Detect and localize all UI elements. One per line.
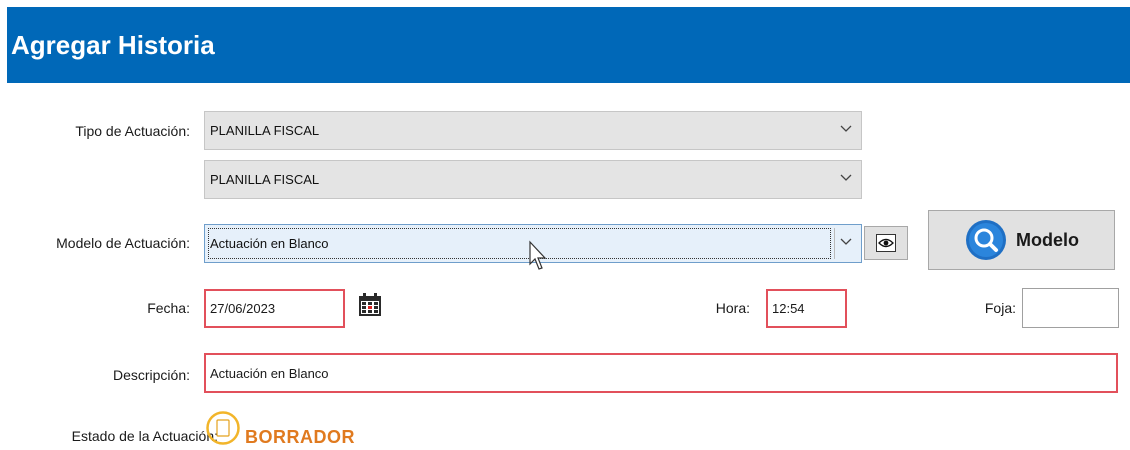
chevron-down-icon (840, 174, 852, 181)
window-title: Agregar Historia (11, 29, 215, 60)
modelo-actuacion-value: Actuación en Blanco (210, 236, 329, 251)
eye-icon (878, 238, 894, 248)
hora-input[interactable]: 12:54 (766, 289, 847, 328)
hora-value: 12:54 (772, 301, 805, 316)
tipo-actuacion-sub-value: PLANILLA FISCAL (210, 172, 320, 187)
foja-label: Foja: (984, 300, 1016, 316)
fecha-label: Fecha: (147, 300, 190, 316)
preview-button[interactable] (864, 226, 908, 260)
tipo-actuacion-sub-select[interactable]: PLANILLA FISCAL (204, 160, 862, 199)
modelo-button-label: Modelo (1016, 229, 1079, 250)
chevron-down-icon (840, 125, 852, 132)
descripcion-value: Actuación en Blanco (210, 365, 329, 381)
document-icon (206, 411, 240, 445)
fecha-value: 27/06/2023 (210, 301, 276, 316)
estado-label: Estado de la Actuación: (71, 428, 218, 444)
calendar-icon[interactable] (357, 292, 383, 318)
foja-input[interactable] (1022, 288, 1119, 328)
tipo-actuacion-value: PLANILLA FISCAL (210, 123, 320, 138)
tipo-actuacion-label: Tipo de Actuación: (75, 123, 190, 139)
fecha-input[interactable]: 27/06/2023 (204, 289, 345, 328)
estado-value: BORRADOR (245, 427, 355, 447)
modelo-actuacion-label: Modelo de Actuación: (56, 235, 190, 251)
tipo-actuacion-select[interactable]: PLANILLA FISCAL (204, 111, 862, 150)
title-bar: Agregar Historia (7, 7, 1130, 83)
mouse-cursor-icon (529, 240, 547, 270)
hora-label: Hora: (715, 300, 750, 316)
descripcion-label: Descripción: (112, 367, 190, 383)
search-icon (966, 220, 1006, 260)
descripcion-input[interactable]: Actuación en Blanco (204, 353, 1118, 393)
modelo-button[interactable]: Modelo (928, 210, 1115, 270)
dropdown-separator (834, 228, 835, 259)
chevron-down-icon (840, 238, 852, 245)
